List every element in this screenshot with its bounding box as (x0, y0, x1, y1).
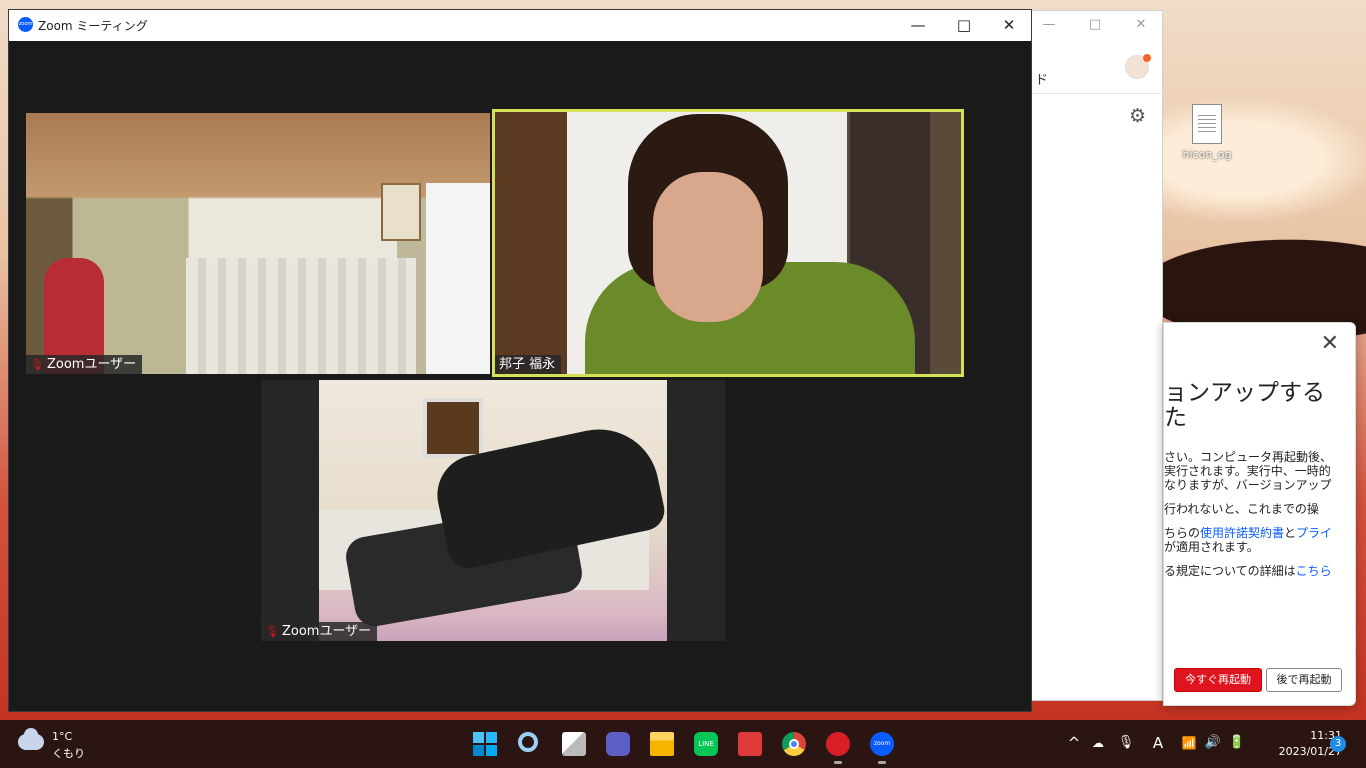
dialog-text-3b: と (1284, 526, 1297, 540)
video-content (653, 172, 763, 322)
bg-header-fragment: ド (1035, 73, 1049, 88)
privacy-link[interactable]: プライ (1296, 526, 1332, 540)
gear-icon[interactable]: ⚙ (1129, 105, 1146, 127)
zoom-logo-icon: zoom (18, 17, 33, 32)
taskbar: 1°C くもり LINE zoom ^ ☁ 🎙 A 📶 🔊 🔋 11:31 20… (0, 720, 1366, 768)
teams-button[interactable] (602, 728, 634, 760)
video-content (495, 112, 567, 374)
ime-icon[interactable]: A (1147, 734, 1169, 752)
avatar[interactable] (1125, 54, 1151, 79)
mic-icon[interactable]: 🎙 (1115, 734, 1137, 752)
maximize-button[interactable]: □ (941, 13, 987, 37)
video-content (319, 380, 669, 641)
update-dialog: ✕ ョンアップする た さい。コンピュータ再起動後、実行されます。実行中、一時的… (1163, 322, 1356, 706)
video-content (186, 258, 416, 374)
task-view-button[interactable] (558, 728, 590, 760)
chrome-button[interactable] (778, 728, 810, 760)
dialog-text-2: 行われないと、これまでの操 (1164, 502, 1319, 516)
document-icon (1192, 104, 1222, 144)
dialog-text-1: さい。コンピュータ再起動後、実行されます。実行中、一時的なりますが、バージョンア… (1164, 450, 1333, 492)
divider (1031, 93, 1162, 94)
status-dot (1143, 54, 1151, 62)
teams-icon (606, 732, 630, 756)
file-explorer-button[interactable] (646, 728, 678, 760)
start-button[interactable] (469, 728, 501, 760)
notification-badge[interactable]: 3 (1330, 736, 1346, 752)
participant-name: 邦子 福永 (499, 357, 556, 372)
zoom-meeting-window: zoom Zoom ミーティング — □ ✕ 🎙Zoomユーザー 邦子 福永 (8, 9, 1032, 712)
task-view-icon (562, 732, 586, 756)
file-explorer-icon (650, 732, 674, 756)
background-zoom-window: — □ ✕ ド ⚙ (1030, 10, 1163, 701)
minimize-button[interactable]: — (895, 13, 941, 37)
video-tile[interactable]: 🎙 Zoomユーザー (26, 113, 490, 374)
search-button[interactable] (514, 728, 546, 760)
video-tile[interactable]: 🎙 Zoomユーザー (261, 380, 725, 641)
dialog-text-4a: る規定についての詳細は (1164, 564, 1296, 578)
dialog-text-4: る規定についての詳細はこちら (1164, 564, 1334, 578)
title-bar[interactable]: zoom Zoom ミーティング — □ ✕ (9, 10, 1031, 41)
volume-icon[interactable]: 🔊 (1202, 734, 1224, 752)
line-icon: LINE (694, 732, 718, 756)
restart-later-button[interactable]: 後で再起動 (1266, 668, 1342, 692)
participant-name-tag: 邦子 福永 (495, 355, 562, 374)
participant-name: Zoomユーザー (46, 357, 137, 372)
zoom-button[interactable]: zoom (866, 728, 898, 764)
restart-now-button[interactable]: 今すぐ再起動 (1174, 668, 1262, 692)
onedrive-icon[interactable]: ☁ (1087, 734, 1109, 752)
zoom-icon: zoom (870, 732, 894, 756)
running-indicator (878, 761, 886, 764)
gift-icon (738, 732, 762, 756)
gift-app-button[interactable] (734, 728, 766, 760)
video-content (426, 183, 490, 374)
dialog-text-3: ちらの使用許諾契約書とプライが適用されます。 (1164, 526, 1334, 554)
trend-micro-button[interactable] (822, 728, 854, 764)
chrome-icon (782, 732, 806, 756)
battery-icon[interactable]: 🔋 (1226, 734, 1248, 752)
chevron-up-icon[interactable]: ^ (1063, 734, 1085, 752)
bg-close-button[interactable]: ✕ (1121, 17, 1161, 32)
desktop-file-label: hicon_og (1182, 148, 1232, 161)
dialog-text-3c: が適用されます。 (1164, 540, 1259, 554)
clock-date[interactable]: 2023/01/27 (1256, 745, 1342, 758)
bg-minimize-button[interactable]: — (1029, 17, 1069, 32)
dialog-title: ョンアップする た (1164, 380, 1325, 431)
participant-name-tag: 🎙 Zoomユーザー (26, 355, 143, 374)
muted-mic-icon: 🎙 (265, 625, 279, 638)
details-link[interactable]: こちら (1296, 564, 1332, 578)
weather-temperature: 1°C (52, 730, 73, 743)
weather-widget[interactable]: 1°C くもり (18, 728, 98, 762)
bg-maximize-button[interactable]: □ (1075, 17, 1115, 32)
dialog-close-button[interactable]: ✕ (1321, 331, 1339, 356)
video-content (381, 183, 421, 241)
search-icon (518, 732, 538, 752)
video-tile-active-speaker[interactable]: 邦子 福永 (492, 109, 964, 377)
license-link[interactable]: 使用許諾契約書 (1200, 526, 1284, 540)
participant-name-tag: 🎙 Zoomユーザー (261, 622, 378, 641)
close-button[interactable]: ✕ (986, 13, 1032, 37)
muted-mic-icon: 🎙 (30, 358, 44, 371)
desktop-file-icon[interactable]: hicon_og (1178, 104, 1236, 161)
wifi-icon[interactable]: 📶 (1178, 734, 1200, 752)
video-content (423, 398, 483, 458)
line-button[interactable]: LINE (690, 728, 722, 760)
dialog-body: さい。コンピュータ再起動後、実行されます。実行中、一時的なりますが、バージョンア… (1164, 450, 1334, 588)
participant-name: Zoomユーザー (281, 624, 372, 639)
cloud-icon (18, 728, 44, 750)
window-title: Zoom ミーティング (38, 19, 148, 33)
weather-condition: くもり (52, 747, 85, 760)
trend-micro-icon (826, 732, 850, 756)
running-indicator (834, 761, 842, 764)
start-icon (473, 732, 497, 756)
dialog-text-3a: ちらの (1164, 526, 1201, 540)
